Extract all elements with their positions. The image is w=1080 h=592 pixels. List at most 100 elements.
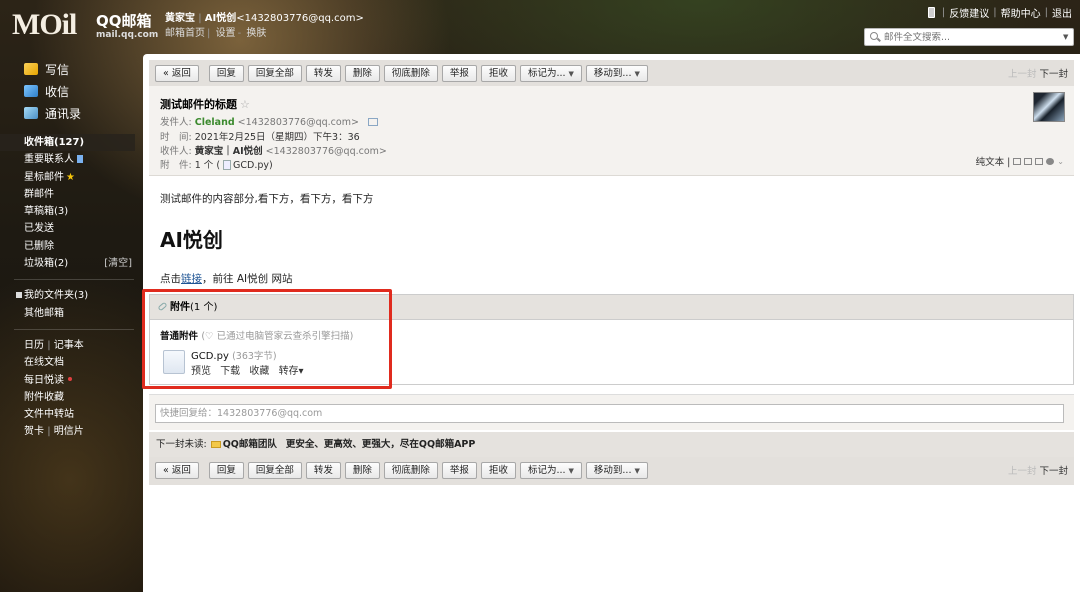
mail-body-line: 测试邮件的内容部分,看下方，看下方，看下方 [160,193,374,205]
empty-spam-link[interactable]: [清空] [104,255,132,272]
reply-button[interactable]: 回复 [208,461,244,479]
app-notes[interactable]: 记事本 [54,340,84,351]
chevron-down-icon[interactable]: ⌄ [1057,157,1064,166]
attachment-file-link[interactable]: GCD.py) [233,160,273,171]
folder-drafts[interactable]: 草稿箱(3) [0,203,140,220]
next-mail-link[interactable]: 下一封 [1039,466,1068,477]
reply-button[interactable]: 回复 [208,64,244,82]
logo-mail-text: MOil [12,8,77,41]
sender-avatar[interactable] [1033,92,1065,122]
folder-sent[interactable]: 已发送 [0,220,140,237]
app-calendar[interactable]: 日历 [24,340,44,351]
star-outline-icon[interactable]: ☆ [240,98,250,111]
link-skin[interactable]: 换肤 [246,28,266,39]
prev-mail-link[interactable]: 上一封 [1008,466,1037,477]
receive-label: 收信 [45,84,70,99]
app-postcard[interactable]: 明信片 [54,426,84,437]
body-link[interactable]: 链接 [181,273,202,285]
back-button[interactable]: « 返回 [155,461,199,479]
compose-link[interactable]: 写信 [0,58,140,80]
folder-spam[interactable]: 垃圾箱(2) [清空] [0,255,140,272]
contacts-link[interactable]: 通讯录 [0,102,140,124]
link-help[interactable]: 帮助中心 [1001,5,1041,20]
app-greeting-card[interactable]: 贺卡 [24,426,44,437]
meta-to: 收件人: 黄家宝｜AI悦创 <1432803776@qq.com> [160,143,387,157]
divider [149,483,1074,485]
chevron-down-icon: ▼ [634,69,640,78]
print-icon[interactable] [1013,157,1022,165]
scan-note: (♡ 已通过电脑管家云查杀引擎扫描) [201,331,354,342]
new-window-icon[interactable] [1024,157,1033,165]
translate-icon[interactable] [1046,157,1055,165]
contact-card-icon[interactable] [367,118,378,126]
folder-other-mail[interactable]: 其他邮箱 [0,305,140,322]
permanent-delete-button[interactable]: 彻底删除 [383,461,438,479]
phone-icon[interactable] [927,7,935,18]
search-input[interactable] [884,31,1063,43]
app-daily-read[interactable]: 每日悦读 [0,372,140,389]
mark-as-dropdown[interactable]: 标记为... ▼ [519,461,582,479]
search-box[interactable]: ▼ [864,28,1074,46]
move-to-dropdown[interactable]: 移动到... ▼ [585,461,648,479]
link-mail-home[interactable]: 邮箱首页 [165,28,205,39]
mark-as-dropdown[interactable]: 标记为... ▼ [519,64,582,82]
reject-button[interactable]: 拒收 [480,461,516,479]
folder-inbox[interactable]: 收件箱(127) [0,134,135,152]
back-button[interactable]: « 返回 [155,64,199,82]
receive-link[interactable]: 收信 [0,80,140,102]
permanent-delete-button[interactable]: 彻底删除 [383,64,438,82]
preview-link[interactable]: 预览 [191,366,211,377]
python-file-icon[interactable] [163,350,185,374]
mail-view: « 返回 回复 回复全部 转发 删除 彻底删除 举报 拒收 标记为... ▼ 移动… [143,54,1080,592]
report-button[interactable]: 举报 [441,64,477,82]
folder-important-contacts[interactable]: 重要联系人 [0,151,140,168]
qq-mail-logo[interactable]: MOil QQ邮箱 mail.qq.com [12,8,158,44]
app-label: 在线文档 [24,357,64,369]
sender-name[interactable]: Cleland [195,117,235,128]
logo-domain: mail.qq.com [96,30,159,40]
link-logout[interactable]: 退出 [1052,5,1072,20]
next-mail-link[interactable]: 下一封 [1039,69,1068,80]
delete-button[interactable]: 删除 [344,461,380,479]
paperclip-icon [157,301,168,312]
link-feedback[interactable]: 反馈建议 [949,5,989,20]
next-unread-sender[interactable]: QQ邮箱团队 [223,439,277,450]
delete-button[interactable]: 删除 [344,64,380,82]
search-icon[interactable] [869,31,881,43]
app-attachment-favorites[interactable]: 附件收藏 [0,389,140,406]
download-link[interactable]: 下载 [220,366,240,377]
folder-my-folders[interactable]: 我的文件夹(3) [0,287,140,304]
reply-all-button[interactable]: 回复全部 [247,461,302,479]
attachment-header: 附件(1 个) [150,295,1073,320]
forward-button[interactable]: 转发 [305,461,341,479]
plain-text-link[interactable]: 纯文本 | [976,154,1011,168]
attachment-body: 普通附件 (♡ 已通过电脑管家云查杀引擎扫描) GCD.py (363字节) 预… [150,320,1073,384]
report-button[interactable]: 举报 [441,461,477,479]
folder-label: 垃圾箱(2) [24,258,69,270]
expand-icon[interactable] [16,292,22,299]
recipient-name[interactable]: 黄家宝｜AI悦创 [195,146,263,157]
from-label: 发件人: [160,117,192,128]
app-online-docs[interactable]: 在线文档 [0,354,140,371]
reply-all-button[interactable]: 回复全部 [247,64,302,82]
next-unread-subject[interactable]: 更安全、更高效、更强大，尽在QQ邮箱APP [286,439,475,450]
attachment-actions: 预览 下载 收藏 转存▾ [191,362,310,377]
link-settings[interactable]: 设置 [216,28,236,39]
quick-reply-input[interactable]: 快捷回复给：1432803776@qq.com [155,404,1064,423]
forward-button[interactable]: 转发 [305,64,341,82]
prev-mail-link[interactable]: 上一封 [1008,69,1037,80]
favorite-link[interactable]: 收藏 [249,366,269,377]
move-to-dropdown[interactable]: 移动到... ▼ [585,64,648,82]
save-to-link[interactable]: 转存▾ [279,366,304,377]
download-icon[interactable] [1035,157,1044,165]
to-label: 收件人: [160,146,192,157]
app-file-transfer[interactable]: 文件中转站 [0,406,140,423]
folder-group[interactable]: 群邮件 [0,186,140,203]
chevron-down-icon[interactable]: ▼ [1063,33,1073,41]
reject-button[interactable]: 拒收 [480,64,516,82]
body-text: ，前往 AI悦创 网站 [202,273,293,285]
attachment-file-name[interactable]: GCD.py [191,351,229,362]
folder-starred[interactable]: 星标邮件 ★ [0,169,140,186]
meta-time: 时 间: 2021年2月25日（星期四）下午3：36 [160,129,360,143]
folder-deleted[interactable]: 已删除 [0,238,140,255]
